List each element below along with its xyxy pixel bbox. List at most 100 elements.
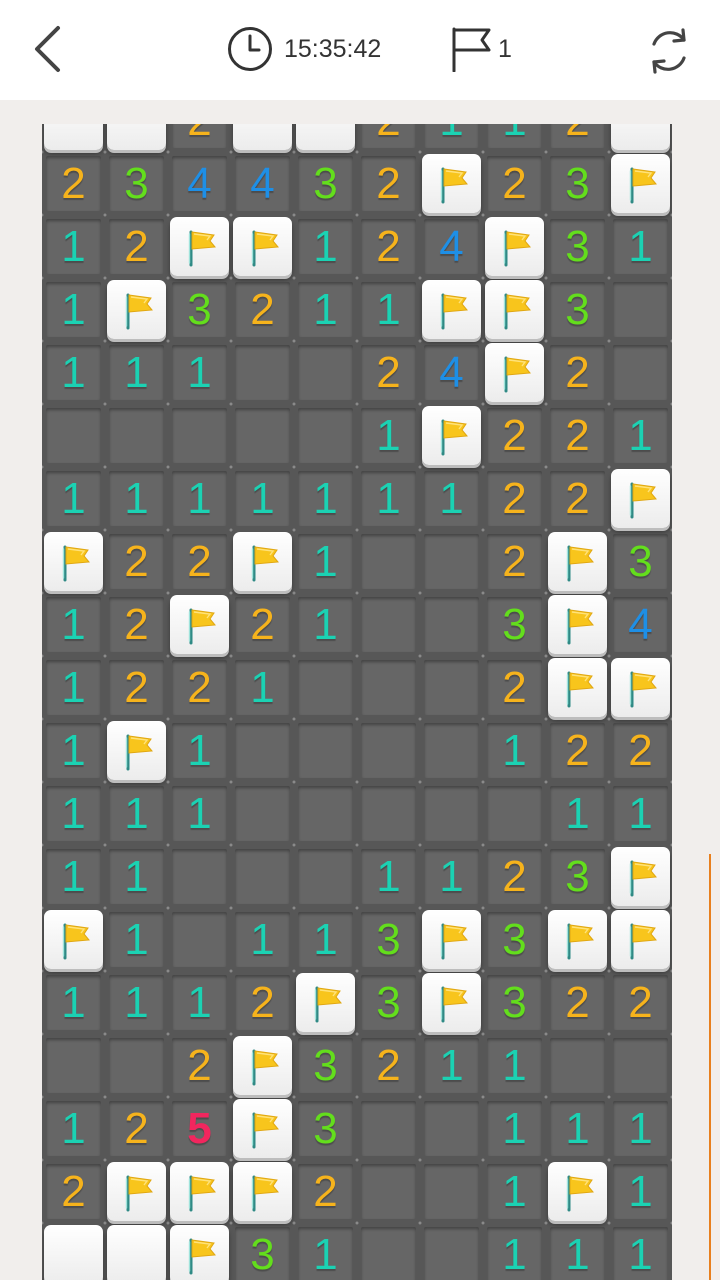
number-cell[interactable]: 1 [105,341,168,404]
number-cell[interactable]: 3 [168,278,231,341]
flagged-cell[interactable] [168,593,231,656]
number-cell[interactable]: 1 [609,215,672,278]
empty-cell[interactable] [294,782,357,845]
number-cell[interactable]: 2 [168,1034,231,1097]
number-cell[interactable]: 2 [42,152,105,215]
covered-cell[interactable] [231,124,294,152]
covered-cell[interactable] [42,124,105,152]
empty-cell[interactable] [231,845,294,908]
number-cell[interactable]: 1 [42,656,105,719]
empty-cell[interactable] [231,341,294,404]
number-cell[interactable]: 3 [483,908,546,971]
number-cell[interactable]: 2 [105,593,168,656]
number-cell[interactable]: 1 [420,1034,483,1097]
flagged-cell[interactable] [105,278,168,341]
number-cell[interactable]: 2 [546,404,609,467]
number-cell[interactable]: 3 [231,1223,294,1280]
flagged-cell[interactable] [609,152,672,215]
number-cell[interactable]: 3 [294,152,357,215]
flagged-cell[interactable] [420,278,483,341]
empty-cell[interactable] [357,530,420,593]
number-cell[interactable]: 1 [420,124,483,152]
number-cell[interactable]: 1 [294,467,357,530]
number-cell[interactable]: 3 [294,1034,357,1097]
number-cell[interactable]: 1 [105,845,168,908]
covered-cell[interactable] [105,124,168,152]
number-cell[interactable]: 1 [42,782,105,845]
number-cell[interactable]: 1 [231,467,294,530]
flagged-cell[interactable] [609,845,672,908]
number-cell[interactable]: 1 [42,719,105,782]
number-cell[interactable]: 3 [357,908,420,971]
number-cell[interactable]: 2 [483,152,546,215]
number-cell[interactable]: 1 [294,530,357,593]
number-cell[interactable]: 2 [546,341,609,404]
flagged-cell[interactable] [294,971,357,1034]
empty-cell[interactable] [357,656,420,719]
number-cell[interactable]: 1 [609,1160,672,1223]
number-cell[interactable]: 2 [546,719,609,782]
number-cell[interactable]: 2 [294,1160,357,1223]
empty-cell[interactable] [609,341,672,404]
empty-cell[interactable] [357,1097,420,1160]
number-cell[interactable]: 2 [609,719,672,782]
flagged-cell[interactable] [609,467,672,530]
number-cell[interactable]: 1 [42,1097,105,1160]
number-cell[interactable]: 1 [42,215,105,278]
empty-cell[interactable] [420,656,483,719]
flagged-cell[interactable] [168,215,231,278]
flagged-cell[interactable] [420,908,483,971]
number-cell[interactable]: 2 [105,530,168,593]
number-cell[interactable]: 1 [609,1223,672,1280]
number-cell[interactable]: 2 [546,467,609,530]
flagged-cell[interactable] [231,1160,294,1223]
board-viewport[interactable]: 2211223443223121243113211311124212211111… [42,124,672,1280]
flagged-cell[interactable] [231,215,294,278]
number-cell[interactable]: 3 [546,845,609,908]
number-cell[interactable]: 1 [546,1097,609,1160]
number-cell[interactable]: 1 [483,719,546,782]
flagged-cell[interactable] [42,908,105,971]
number-cell[interactable]: 2 [546,124,609,152]
flagged-cell[interactable] [42,530,105,593]
empty-cell[interactable] [294,404,357,467]
empty-cell[interactable] [357,782,420,845]
number-cell[interactable]: 1 [168,782,231,845]
number-cell[interactable]: 1 [294,593,357,656]
empty-cell[interactable] [483,782,546,845]
empty-cell[interactable] [294,656,357,719]
flagged-cell[interactable] [483,278,546,341]
number-cell[interactable]: 1 [42,845,105,908]
number-cell[interactable]: 2 [168,656,231,719]
number-cell[interactable]: 2 [231,278,294,341]
empty-cell[interactable] [105,404,168,467]
number-cell[interactable]: 1 [42,971,105,1034]
covered-cell[interactable] [294,124,357,152]
flagged-cell[interactable] [105,1160,168,1223]
empty-cell[interactable] [231,719,294,782]
number-cell[interactable]: 1 [546,1223,609,1280]
empty-cell[interactable] [420,782,483,845]
flagged-cell[interactable] [420,152,483,215]
empty-cell[interactable] [42,1034,105,1097]
empty-cell[interactable] [294,341,357,404]
flagged-cell[interactable] [168,1223,231,1280]
number-cell[interactable]: 3 [483,593,546,656]
number-cell[interactable]: 2 [357,341,420,404]
number-cell[interactable]: 4 [420,341,483,404]
empty-cell[interactable] [357,719,420,782]
empty-cell[interactable] [168,404,231,467]
number-cell[interactable]: 3 [609,530,672,593]
number-cell[interactable]: 4 [168,152,231,215]
number-cell[interactable]: 2 [483,845,546,908]
number-cell[interactable]: 1 [294,215,357,278]
number-cell[interactable]: 1 [483,1160,546,1223]
number-cell[interactable]: 2 [546,971,609,1034]
number-cell[interactable]: 1 [42,467,105,530]
flagged-cell[interactable] [546,593,609,656]
number-cell[interactable]: 2 [609,971,672,1034]
flagged-cell[interactable] [546,908,609,971]
restart-button[interactable] [642,24,696,78]
number-cell[interactable]: 2 [483,656,546,719]
number-cell[interactable]: 1 [231,656,294,719]
